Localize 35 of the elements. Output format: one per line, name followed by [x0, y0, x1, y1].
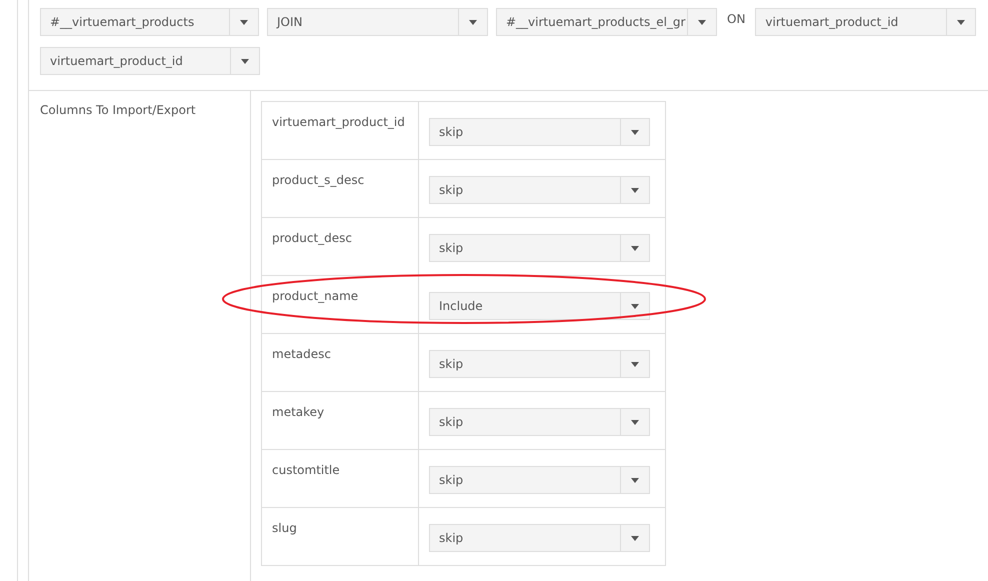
caret-icon	[631, 188, 639, 192]
join-select[interactable]: virtuemart_product_id	[40, 47, 260, 75]
action-select[interactable]: skip	[429, 408, 650, 436]
action-select[interactable]: skip	[429, 234, 650, 262]
caret-icon	[631, 478, 639, 482]
action-select[interactable]: skip	[429, 524, 650, 552]
join-select[interactable]: virtuemart_product_id	[755, 8, 976, 36]
caret-icon	[631, 304, 639, 308]
join-select[interactable]: #__virtuemart_products_el_gr	[496, 8, 717, 36]
caret-icon	[240, 20, 248, 24]
column-cell: customtitle	[262, 450, 418, 508]
action-select[interactable]: skip	[429, 466, 650, 494]
column-cell: product_desc	[262, 218, 418, 276]
join-select[interactable]: JOIN	[267, 8, 488, 36]
caret-icon	[631, 130, 639, 134]
caret-icon	[631, 246, 639, 250]
caret-icon	[631, 362, 639, 366]
caret-icon	[957, 20, 966, 24]
section-label: Columns To Import/Export	[40, 103, 196, 117]
caret-icon	[698, 20, 706, 24]
action-select[interactable]: skip	[429, 350, 650, 378]
join-select[interactable]: #__virtuemart_products	[40, 8, 259, 36]
action-select[interactable]: skip	[429, 118, 650, 146]
column-cell: virtuemart_product_id	[262, 102, 418, 160]
action-select[interactable]: Include	[429, 292, 650, 320]
caret-icon	[631, 536, 639, 540]
column-cell: slug	[262, 508, 418, 566]
column-cell: metadesc	[262, 334, 418, 392]
action-select[interactable]: skip	[429, 176, 650, 204]
caret-icon	[469, 20, 477, 24]
caret-icon	[631, 420, 639, 424]
on-keyword: ON	[727, 12, 746, 26]
column-cell: metakey	[262, 392, 418, 450]
column-cell: product_s_desc	[262, 160, 418, 218]
caret-icon	[241, 58, 249, 64]
